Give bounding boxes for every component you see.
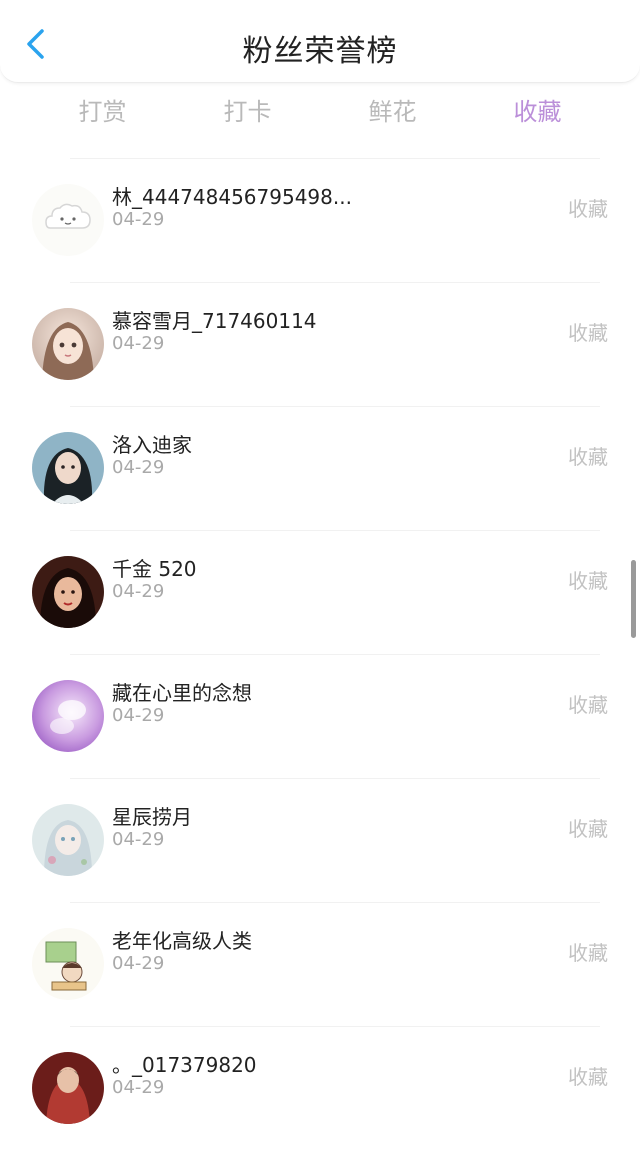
action-label: 收藏 (568, 1065, 608, 1089)
fan-date: 04-29 (112, 457, 165, 478)
list-item[interactable]: 林_444748456795498... 04-29 收藏 (32, 158, 608, 282)
avatar[interactable] (32, 556, 104, 628)
avatar[interactable] (32, 308, 104, 380)
top-bar: 粉丝荣誉榜 (0, 0, 640, 83)
list-item[interactable]: 星辰捞月 04-29 收藏 (32, 778, 608, 902)
list-item[interactable]: 。_017379820 04-29 收藏 (32, 1026, 608, 1150)
list-item[interactable]: 洛入迪家 04-29 收藏 (32, 406, 608, 530)
fan-date: 04-29 (112, 209, 165, 230)
list-item[interactable]: 千金 520 04-29 收藏 (32, 530, 608, 654)
action-label: 收藏 (568, 693, 608, 717)
action-label: 收藏 (568, 197, 608, 221)
avatar[interactable] (32, 928, 104, 1000)
fan-name: 藏在心里的念想 (112, 681, 252, 705)
fan-date: 04-29 (112, 953, 165, 974)
fan-name: 星辰捞月 (112, 805, 192, 829)
fan-date: 04-29 (112, 829, 165, 850)
tab-checkin[interactable]: 打卡 (175, 92, 320, 132)
list-item[interactable]: 慕容雪月_717460114 04-29 收藏 (32, 282, 608, 406)
tab-reward[interactable]: 打赏 (30, 92, 175, 132)
action-label: 收藏 (568, 321, 608, 345)
fan-name: 老年化高级人类 (112, 929, 252, 953)
fan-list: 林_444748456795498... 04-29 收藏 慕容雪月_71746… (0, 158, 640, 1150)
fan-name: 林_444748456795498... (112, 185, 352, 209)
fan-name: 洛入迪家 (112, 433, 192, 457)
action-label: 收藏 (568, 817, 608, 841)
avatar[interactable] (32, 432, 104, 504)
avatar[interactable] (32, 804, 104, 876)
page-title: 粉丝荣誉榜 (242, 34, 398, 69)
fan-date: 04-29 (112, 705, 165, 726)
fan-name: 。_017379820 (112, 1053, 257, 1077)
tab-favorites[interactable]: 收藏 (465, 92, 610, 132)
list-item[interactable]: 老年化高级人类 04-29 收藏 (32, 902, 608, 1026)
avatar[interactable] (32, 1052, 104, 1124)
tab-bar: 打赏 打卡 鲜花 收藏 (30, 92, 610, 132)
fan-name: 慕容雪月_717460114 (112, 309, 317, 333)
fan-date: 04-29 (112, 581, 165, 602)
action-label: 收藏 (568, 569, 608, 593)
fan-name: 千金 520 (112, 557, 197, 581)
scrollbar[interactable] (631, 560, 636, 638)
fan-date: 04-29 (112, 1077, 165, 1098)
avatar[interactable] (32, 680, 104, 752)
list-item[interactable]: 藏在心里的念想 04-29 收藏 (32, 654, 608, 778)
action-label: 收藏 (568, 445, 608, 469)
avatar[interactable] (32, 184, 104, 256)
tab-flowers[interactable]: 鲜花 (320, 92, 465, 132)
fan-date: 04-29 (112, 333, 165, 354)
action-label: 收藏 (568, 941, 608, 965)
